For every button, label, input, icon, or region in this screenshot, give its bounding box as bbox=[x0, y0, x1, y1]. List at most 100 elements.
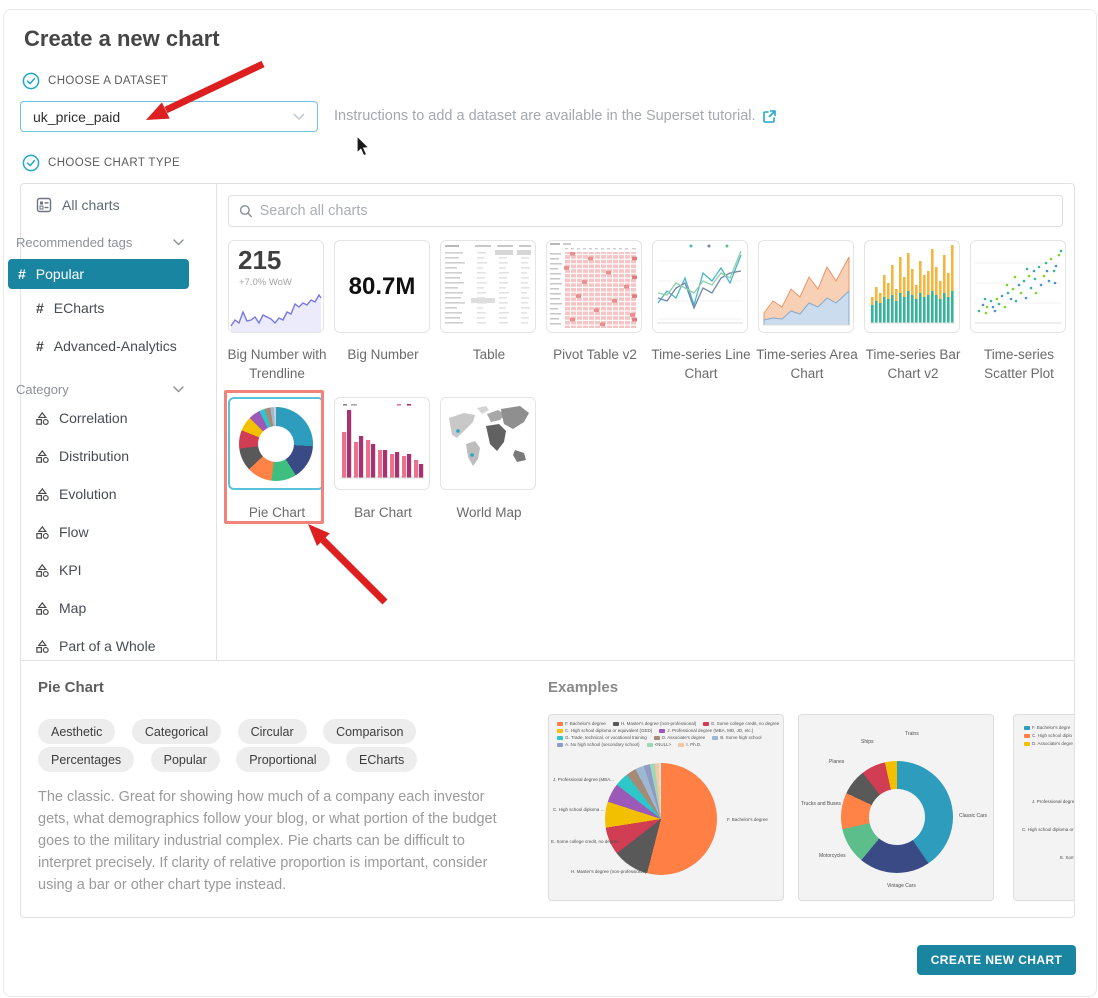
chart-type-step-header: CHOOSE CHART TYPE bbox=[22, 154, 180, 172]
sidebar-item-evolution[interactable]: Evolution bbox=[36, 486, 117, 502]
scatter-plot-thumbnail bbox=[971, 241, 1065, 332]
chart-label: Table bbox=[436, 345, 542, 364]
tag-row-1: Aesthetic Categorical Circular Compariso… bbox=[38, 719, 508, 744]
chart-label: Pivot Table v2 bbox=[542, 345, 648, 364]
donut-slice-label: Vintage Cars bbox=[887, 883, 916, 889]
pie-slice-label: J. Professional degree (MBA... bbox=[553, 777, 614, 782]
check-circle-icon bbox=[22, 72, 40, 90]
dataset-step-label: CHOOSE A DATASET bbox=[48, 75, 168, 87]
chevron-down-icon bbox=[173, 239, 184, 246]
big-number-value: 80.7M bbox=[335, 241, 429, 332]
selected-chart-title: Pie Chart bbox=[38, 679, 104, 696]
chart-card-world-map[interactable] bbox=[440, 397, 536, 490]
pie-slice-label: C. High school diploma ... bbox=[553, 807, 604, 812]
sidebar-item-advanced-analytics[interactable]: # Advanced-Analytics bbox=[36, 338, 177, 354]
chart-card-table[interactable] bbox=[440, 240, 536, 333]
category-icon bbox=[36, 526, 49, 539]
category-icon bbox=[36, 450, 49, 463]
example-legend: F. Bachelor's degre C. High school diplo… bbox=[1024, 725, 1073, 746]
chart-label: Time-series Area Chart bbox=[754, 345, 860, 383]
pie-slice-label: C. High school diploma or eq bbox=[1022, 827, 1074, 832]
chevron-down-icon bbox=[173, 386, 184, 393]
external-link-icon[interactable] bbox=[762, 109, 777, 124]
example-pie bbox=[605, 763, 717, 875]
tag-pill: ECharts bbox=[346, 747, 417, 772]
chart-description: The classic. Great for showing how much … bbox=[38, 786, 512, 896]
chart-card-pivot-table[interactable] bbox=[546, 240, 642, 333]
example-donut bbox=[841, 761, 953, 873]
examples-title: Examples bbox=[548, 679, 618, 696]
tag-pill: Aesthetic bbox=[38, 719, 115, 744]
example-legend: F. Bachelor's degree H. Master's degree … bbox=[557, 721, 781, 747]
bar-chart2-thumbnail bbox=[335, 398, 429, 489]
table-thumbnail bbox=[441, 241, 535, 332]
dataset-select[interactable]: uk_price_paid bbox=[20, 101, 318, 132]
recommended-tags-header[interactable]: Recommended tags bbox=[16, 235, 184, 250]
search-icon bbox=[239, 204, 253, 218]
sidebar-item-kpi[interactable]: KPI bbox=[36, 562, 82, 578]
pie-slice-label: E. Some college bbox=[1060, 855, 1074, 860]
trendline-sparkline bbox=[229, 290, 323, 332]
example-pie-card-2: F. Bachelor's degre C. High school diplo… bbox=[1013, 714, 1074, 901]
donut-slice-label: Motorcycles bbox=[819, 853, 846, 859]
example-pie-card: F. Bachelor's degree H. Master's degree … bbox=[548, 714, 784, 901]
chart-label: Bar Chart bbox=[330, 503, 436, 522]
chart-card-ts-bar[interactable] bbox=[864, 240, 960, 333]
sidebar-item-map[interactable]: Map bbox=[36, 600, 86, 616]
hash-icon: # bbox=[36, 338, 44, 354]
chart-search bbox=[228, 195, 1063, 227]
chart-label: Pie Chart bbox=[224, 503, 330, 522]
category-icon bbox=[36, 564, 49, 577]
tag-pill: Proportional bbox=[236, 747, 329, 772]
panel-divider bbox=[20, 660, 1075, 661]
donut-slice-label: Classic Cars bbox=[959, 813, 987, 819]
chart-card-ts-line[interactable] bbox=[652, 240, 748, 333]
chart-label: Big Number with Trendline bbox=[224, 345, 330, 383]
sidebar-item-echarts[interactable]: # ECharts bbox=[36, 300, 104, 316]
pie-chart-thumbnail bbox=[239, 407, 313, 481]
area-chart-thumbnail bbox=[759, 241, 853, 332]
chart-card-big-number[interactable]: 80.7M bbox=[334, 240, 430, 333]
sidebar-item-popular[interactable]: # Popular bbox=[8, 259, 189, 289]
big-number-value: 215 bbox=[238, 245, 281, 276]
sidebar-item-label: All charts bbox=[62, 197, 120, 213]
search-input[interactable] bbox=[260, 203, 1052, 219]
chart-label: World Map bbox=[436, 503, 542, 522]
chevron-down-icon bbox=[293, 113, 305, 121]
donut-slice-label: Ships bbox=[861, 739, 874, 745]
examples-row: F. Bachelor's degree H. Master's degree … bbox=[548, 714, 1074, 902]
check-circle-icon bbox=[22, 154, 40, 172]
donut-slice-label: Trains bbox=[905, 731, 919, 737]
line-chart-thumbnail bbox=[653, 241, 747, 332]
bar-chart-thumbnail bbox=[865, 241, 959, 332]
tag-pill: Popular bbox=[151, 747, 220, 772]
chart-label: Time-series Scatter Plot bbox=[966, 345, 1072, 383]
category-header[interactable]: Category bbox=[16, 382, 184, 397]
category-icon bbox=[36, 412, 49, 425]
chart-card-ts-area[interactable] bbox=[758, 240, 854, 333]
donut-slice-label: Planes bbox=[829, 759, 844, 765]
tag-row-2: Percentages Popular Proportional ECharts bbox=[38, 747, 508, 772]
tag-pill: Percentages bbox=[38, 747, 134, 772]
create-new-chart-button[interactable]: CREATE NEW CHART bbox=[917, 945, 1076, 975]
sidebar-item-flow[interactable]: Flow bbox=[36, 524, 89, 540]
world-map-thumbnail bbox=[441, 398, 535, 489]
chart-card-bar[interactable] bbox=[334, 397, 430, 490]
tag-pill: Categorical bbox=[132, 719, 221, 744]
sidebar-item-part-of-a-whole[interactable]: Part of a Whole bbox=[36, 638, 156, 654]
sidebar-item-all-charts[interactable]: All charts bbox=[36, 197, 120, 213]
pie-slice-label: F. Bachelor's degree bbox=[727, 817, 768, 822]
chart-type-step-label: CHOOSE CHART TYPE bbox=[48, 157, 180, 169]
chart-card-ts-scatter[interactable] bbox=[970, 240, 1066, 333]
sidebar-item-distribution[interactable]: Distribution bbox=[36, 448, 129, 464]
sidebar-item-correlation[interactable]: Correlation bbox=[36, 410, 127, 426]
create-chart-page: Create a new chart CHOOSE A DATASET uk_p… bbox=[0, 0, 1098, 998]
chart-card-pie[interactable] bbox=[228, 397, 324, 490]
tag-pill: Comparison bbox=[323, 719, 416, 744]
chart-label: Time-series Bar Chart v2 bbox=[860, 345, 966, 383]
dataset-help-text: Instructions to add a dataset are availa… bbox=[334, 108, 777, 124]
chart-card-big-number-trendline[interactable]: 215 +7.0% WoW bbox=[228, 240, 324, 333]
pie-slice-label: J. Professional degree (M bbox=[1032, 799, 1074, 804]
tag-pill: Circular bbox=[238, 719, 307, 744]
example-donut-card: Trains Ships Planes Trucks and Buses Mot… bbox=[798, 714, 994, 901]
